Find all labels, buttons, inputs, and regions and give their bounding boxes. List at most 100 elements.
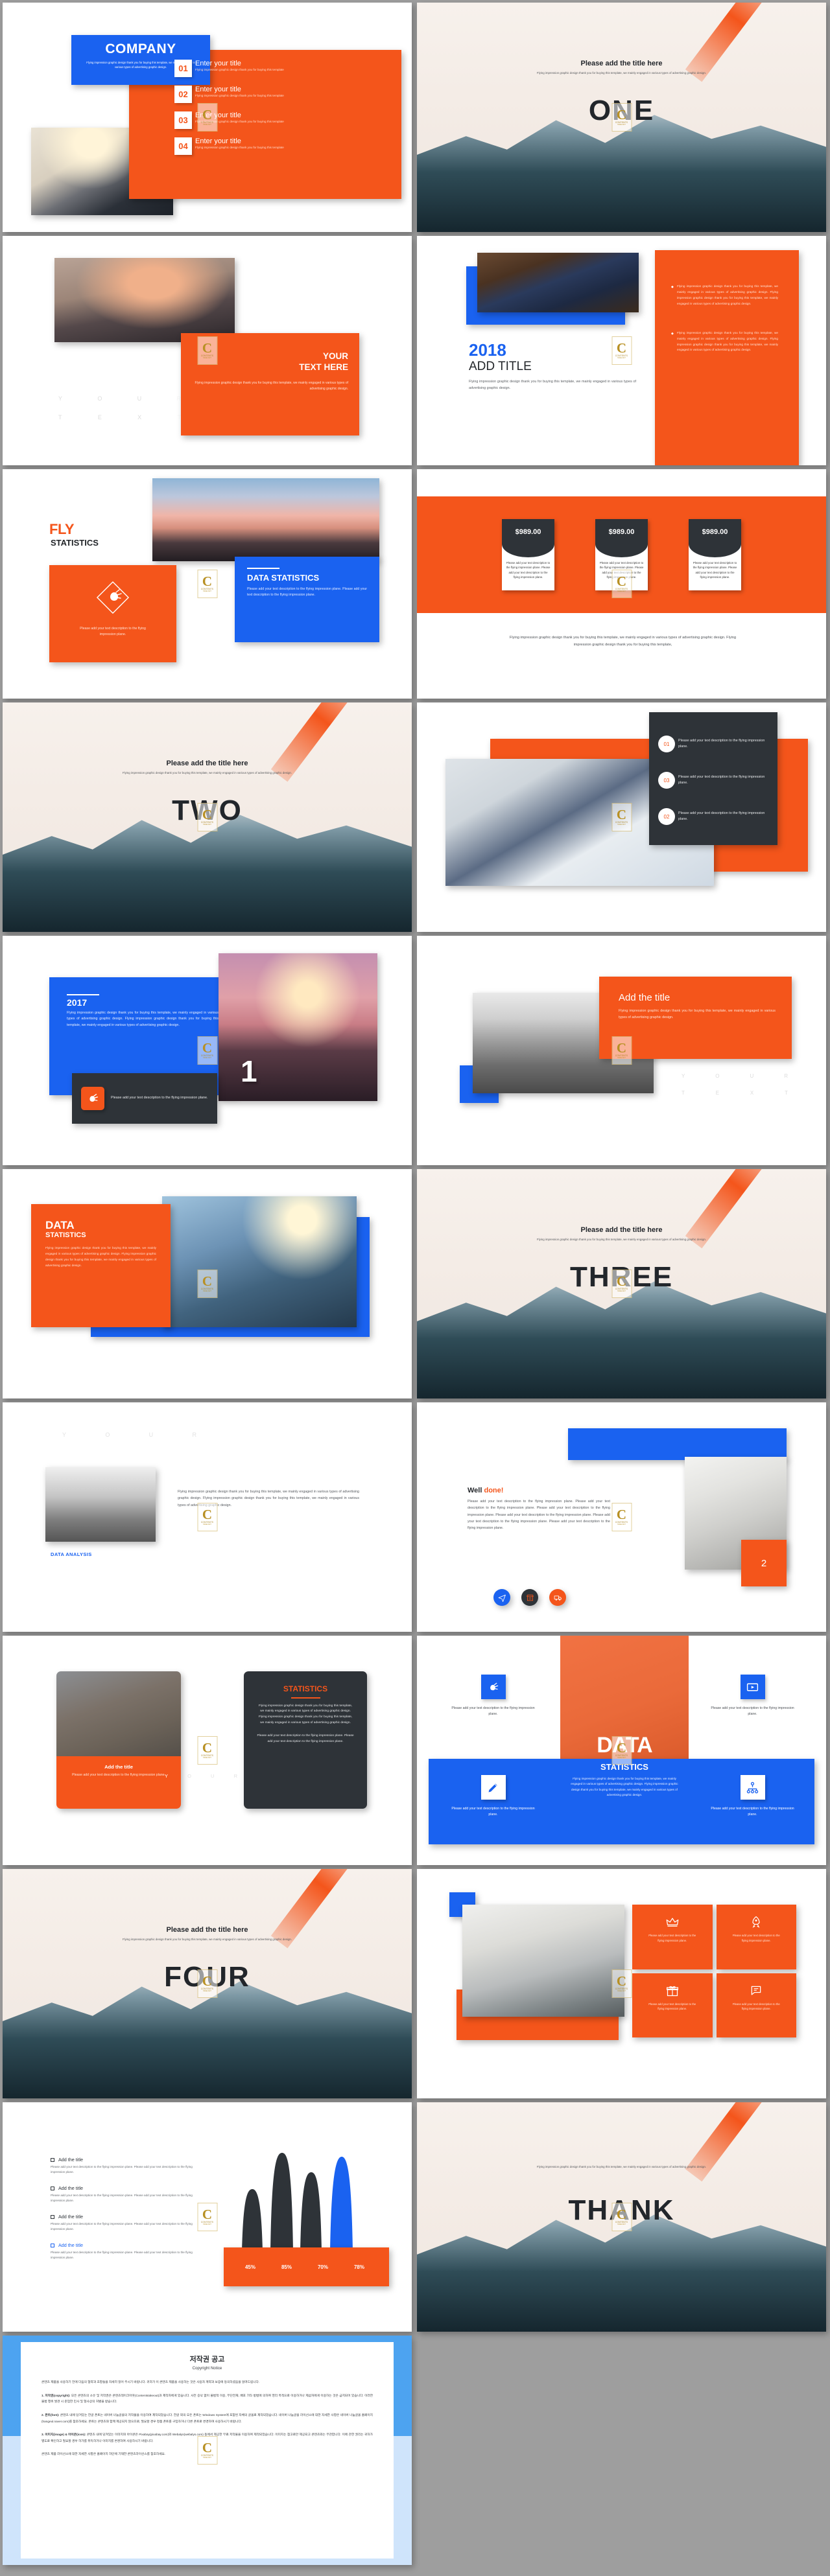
cover-word: ONE: [588, 95, 655, 126]
slide-data-statistics-buildings[interactable]: DATA STATISTICS Flying impression graphi…: [3, 1169, 412, 1398]
send-icon[interactable]: [493, 1589, 510, 1606]
badge-number: 2: [761, 1557, 767, 1569]
slide-data-analysis[interactable]: Y O U R DATA ANALYSIS Flying impression …: [3, 1402, 412, 1632]
slide-section-two[interactable]: Please add the title here Flying impress…: [3, 702, 412, 932]
bar-chart-plot: [224, 2141, 391, 2251]
quadrant-top-right[interactable]: Please add your text description to the …: [709, 1675, 796, 1718]
paint-drop-icon: [49, 579, 176, 616]
list-item[interactable]: 04 Enter your title Flying impression gr…: [174, 137, 398, 155]
ghost-letters-row1: Y O U R: [682, 1073, 788, 1079]
slide-well-done[interactable]: 2 Well done! Please add your text descri…: [417, 1402, 826, 1632]
blue-card-text: Please add your text description to the …: [247, 586, 367, 597]
cover-heading-wrap: Please add the title here Flying impress…: [3, 760, 412, 775]
item-desc: Please add your text description to the …: [51, 2222, 193, 2231]
store-icon[interactable]: [521, 1589, 538, 1606]
slide-thank-you[interactable]: Flying impression graphic design thank y…: [417, 2102, 826, 2332]
slide-pricing[interactable]: $989.00 Please add your text description…: [417, 469, 826, 699]
dark-note-bar[interactable]: Please add your text description to the …: [72, 1073, 217, 1124]
grid-cell[interactable]: Please add your text description to the …: [632, 1905, 713, 1969]
statistics-dark-card[interactable]: STATISTICS Flying impression graphic des…: [244, 1671, 367, 1809]
list-item[interactable]: Add the title Please add your text descr…: [51, 2157, 196, 2175]
bullet-square-icon: [51, 2214, 54, 2219]
watermark-line2: TAKE OUT: [203, 2223, 211, 2225]
hiker-photo: [54, 258, 235, 342]
list-item[interactable]: 03 Enter your title Flying impression gr…: [174, 111, 398, 129]
sunset-photo: [152, 478, 379, 561]
list-item[interactable]: Add the title Please add your text descr…: [51, 2185, 196, 2203]
slide-cover-company[interactable]: COMPANY Flying impression graphic design…: [3, 3, 412, 232]
slide-data-statistics-icons[interactable]: DATA STATISTICS Flying impression graphi…: [417, 1636, 826, 1865]
slide-add-the-title-city[interactable]: Add the title Flying impression graphic …: [417, 936, 826, 1165]
slide-office-icon-grid[interactable]: Please add your text description to the …: [417, 1869, 826, 2098]
cover-word: TWO: [172, 795, 243, 826]
ghost-letter: T: [682, 1090, 685, 1096]
step-item[interactable]: 03 Please add your text description to t…: [658, 772, 767, 789]
cover-word: FOUR: [164, 1961, 250, 1993]
cover-word: THREE: [569, 1261, 674, 1293]
grid-cell[interactable]: Please add your text description to the …: [716, 1905, 796, 1969]
watermark-letter: C: [202, 1507, 213, 1523]
office-photo: [462, 1905, 624, 2017]
step-item[interactable]: 02 Please add your text description to t…: [658, 808, 767, 825]
list-item[interactable]: 02 Enter your title Flying impression gr…: [174, 86, 398, 103]
paint-drop-icon: [81, 1087, 104, 1110]
quadrant-desc: Please add your text description to the …: [711, 1706, 794, 1717]
grid-cell-desc: Please add your text description to the …: [648, 2002, 696, 2011]
data-title: DATA: [45, 1219, 75, 1231]
slide-bar-chart[interactable]: Add the title Please add your text descr…: [3, 2102, 412, 2332]
quadrant-bottom-left[interactable]: Please add your text description to the …: [449, 1775, 537, 1818]
grid-cell-desc: Please add your text description to the …: [648, 1934, 696, 1942]
ghost-letter: Y: [682, 1073, 686, 1079]
price-card-head: $989.00: [502, 519, 554, 557]
slide-section-four[interactable]: Please add the title here Flying impress…: [3, 1869, 412, 2098]
blue-card-title: DATA STATISTICS: [247, 572, 320, 583]
bar-3: [300, 2172, 322, 2251]
quadrant-top-left[interactable]: Please add your text description to the …: [449, 1675, 537, 1718]
watermark-line1: CONTENTS: [200, 1754, 214, 1757]
price-desc: Please add your text description to the …: [693, 561, 737, 579]
quadrant-desc: Please add your text description to the …: [711, 1807, 794, 1817]
slide-copyright-notice[interactable]: 저작권 공고 Copyright Notice 콘텐츠 제품을 사용하기 전에 …: [3, 2336, 412, 2565]
slide-section-one[interactable]: Please add the title here Flying impress…: [417, 3, 826, 232]
item-title: Add the title: [58, 2214, 83, 2220]
slide-fly-statistics[interactable]: FLY STATISTICS Please add your text desc…: [3, 469, 412, 699]
truck-icon[interactable]: [549, 1589, 566, 1606]
buildings-photo: [162, 1196, 357, 1327]
watermark-line1: CONTENTS: [615, 1520, 628, 1524]
data-word: DATA: [560, 1733, 689, 1758]
price-card[interactable]: $989.00 Please add your text description…: [502, 519, 554, 590]
quadrant-bottom-right[interactable]: Please add your text description to the …: [709, 1775, 796, 1818]
chart-label: 85%: [281, 2264, 292, 2270]
item-desc: Please add your text description to the …: [51, 2165, 193, 2174]
step-item[interactable]: 01 Please add your text description to t…: [658, 736, 767, 752]
copyright-outro: 콘텐츠 제품 라이선스에 대한 자세한 사항은 홈페이지 하단에 기재한 콘텐츠…: [42, 2452, 166, 2456]
list-item[interactable]: Add the title Please add your text descr…: [51, 2214, 196, 2232]
slide-add-title-2018[interactable]: 2018 ADD TITLE Flying impression graphic…: [417, 236, 826, 465]
slide-year-2017[interactable]: 2017 Flying impression graphic design th…: [3, 936, 412, 1165]
ghost-letter: Y: [165, 1773, 169, 1779]
fly-title-block: FLY STATISTICS: [49, 521, 99, 548]
slide-section-three[interactable]: Please add the title here Flying impress…: [417, 1169, 826, 1398]
item-title: Add the title: [58, 2157, 83, 2163]
bullet-item: ◆ Flying impression graphic design thank…: [671, 284, 778, 307]
profile-card[interactable]: Add the title Please add your text descr…: [56, 1671, 181, 1809]
slide-numbered-dark-panel[interactable]: 01 Please add your text description to t…: [417, 702, 826, 932]
price-card[interactable]: $989.00 Please add your text description…: [689, 519, 741, 590]
ghost-letter: T: [785, 1090, 788, 1096]
grid-cell[interactable]: Please add your text description to the …: [716, 1973, 796, 2037]
pricing-footer: Flying impression graphic design thank y…: [509, 636, 737, 647]
watermark-letter: C: [202, 574, 213, 590]
grid-cell[interactable]: Please add your text description to the …: [632, 1973, 713, 2037]
orange-icon-card[interactable]: Please add your text description to the …: [49, 565, 176, 662]
blue-data-card[interactable]: DATA STATISTICS Please add your text des…: [235, 557, 379, 642]
grid-cell-desc: Please add your text description to the …: [732, 2002, 780, 2011]
step-number: 01: [658, 736, 675, 752]
list-item[interactable]: 01 Enter your title Flying impression gr…: [174, 60, 398, 77]
item-number: 04: [174, 137, 192, 155]
cover-heading-wrap: Please add the title here Flying impress…: [3, 1926, 412, 1942]
slide-statistics-dark[interactable]: Add the title Please add your text descr…: [3, 1636, 412, 1865]
price-card[interactable]: $989.00 Please add your text description…: [595, 519, 648, 590]
list-item[interactable]: Add the title Please add your text descr…: [51, 2242, 196, 2260]
step-number: 03: [658, 772, 675, 789]
slide-your-text-here[interactable]: YOUR TEXT HERE Flying impression graphic…: [3, 236, 412, 465]
